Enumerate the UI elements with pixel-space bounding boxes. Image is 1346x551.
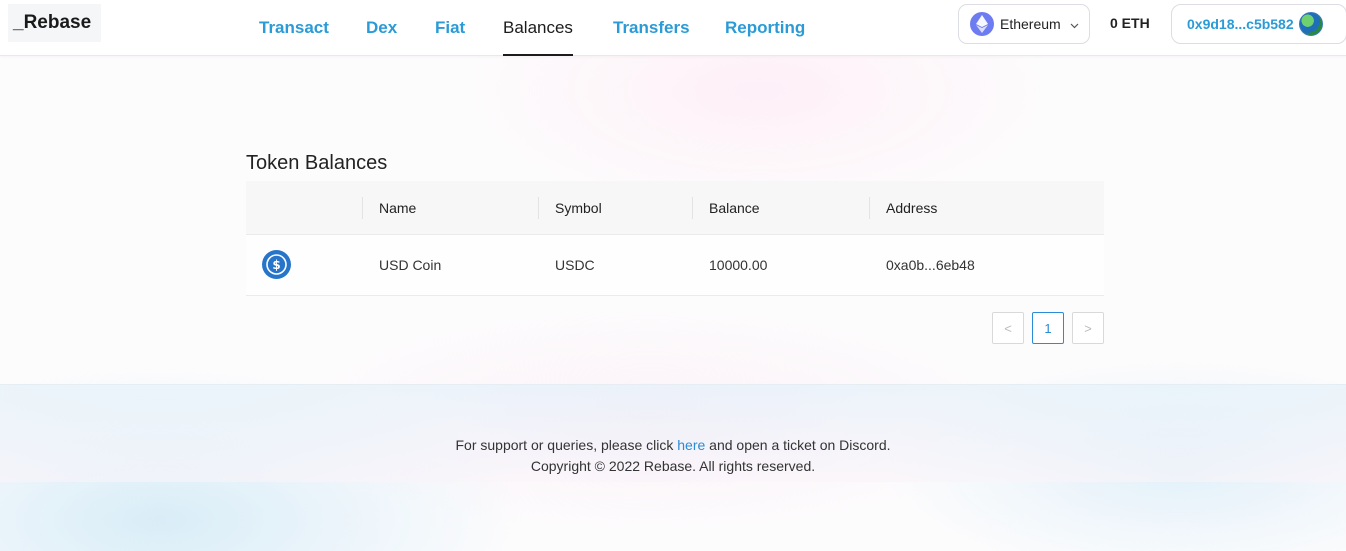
token-name: USD Coin: [379, 257, 442, 273]
pagination-prev-button[interactable]: <: [992, 312, 1024, 344]
column-divider: [362, 197, 363, 219]
column-divider: [692, 197, 693, 219]
column-header-address: Address: [886, 200, 938, 216]
column-header-symbol: Symbol: [555, 200, 602, 216]
column-divider: [869, 197, 870, 219]
account-address: 0x9d18...c5b582: [1187, 16, 1294, 32]
rebase-logo[interactable]: _Rebase: [8, 4, 101, 42]
footer: For support or queries, please click her…: [0, 384, 1346, 482]
nav-tab-balances[interactable]: Balances: [503, 0, 573, 56]
ethereum-icon: [970, 12, 994, 36]
support-text-after: and open a ticket on Discord.: [705, 437, 891, 453]
support-text: For support or queries, please click her…: [0, 437, 1346, 453]
network-label: Ethereum: [1000, 16, 1061, 32]
network-selector[interactable]: Ethereum: [958, 4, 1090, 44]
account-button[interactable]: 0x9d18...c5b582: [1171, 4, 1346, 44]
column-header-name: Name: [379, 200, 417, 216]
nav-tab-reporting[interactable]: Reporting: [725, 0, 805, 56]
column-divider: [538, 197, 539, 219]
top-navbar: _Rebase Transact Dex Fiat Balances Trans…: [0, 0, 1346, 56]
column-header-balance: Balance: [709, 200, 760, 216]
svg-text:$: $: [272, 258, 280, 272]
nav-tab-transact[interactable]: Transact: [259, 0, 329, 56]
usdc-icon: $: [262, 250, 291, 279]
page-title: Token Balances: [246, 152, 388, 174]
nav-tab-fiat[interactable]: Fiat: [435, 0, 465, 56]
support-text-before: For support or queries, please click: [455, 437, 678, 453]
nav-tab-transfers[interactable]: Transfers: [613, 0, 690, 56]
table-row[interactable]: $ USD Coin USDC 10000.00 0xa0b...6eb48: [246, 235, 1104, 296]
table-header: Name Symbol Balance Address: [246, 181, 1104, 235]
pagination-page-1[interactable]: 1: [1032, 312, 1064, 344]
token-balances-table: Name Symbol Balance Address $ USD Coin U…: [246, 181, 1104, 296]
nav-tab-dex[interactable]: Dex: [366, 0, 397, 56]
chevron-down-icon: [1070, 16, 1079, 32]
account-avatar-icon: [1298, 12, 1323, 36]
eth-balance: 0 ETH: [1110, 15, 1150, 31]
copyright-text: Copyright © 2022 Rebase. All rights rese…: [530, 458, 816, 474]
token-address: 0xa0b...6eb48: [886, 257, 975, 273]
support-link[interactable]: here: [677, 437, 705, 453]
token-symbol: USDC: [555, 257, 595, 273]
pagination-next-button[interactable]: >: [1072, 312, 1104, 344]
token-balance: 10000.00: [709, 257, 768, 273]
